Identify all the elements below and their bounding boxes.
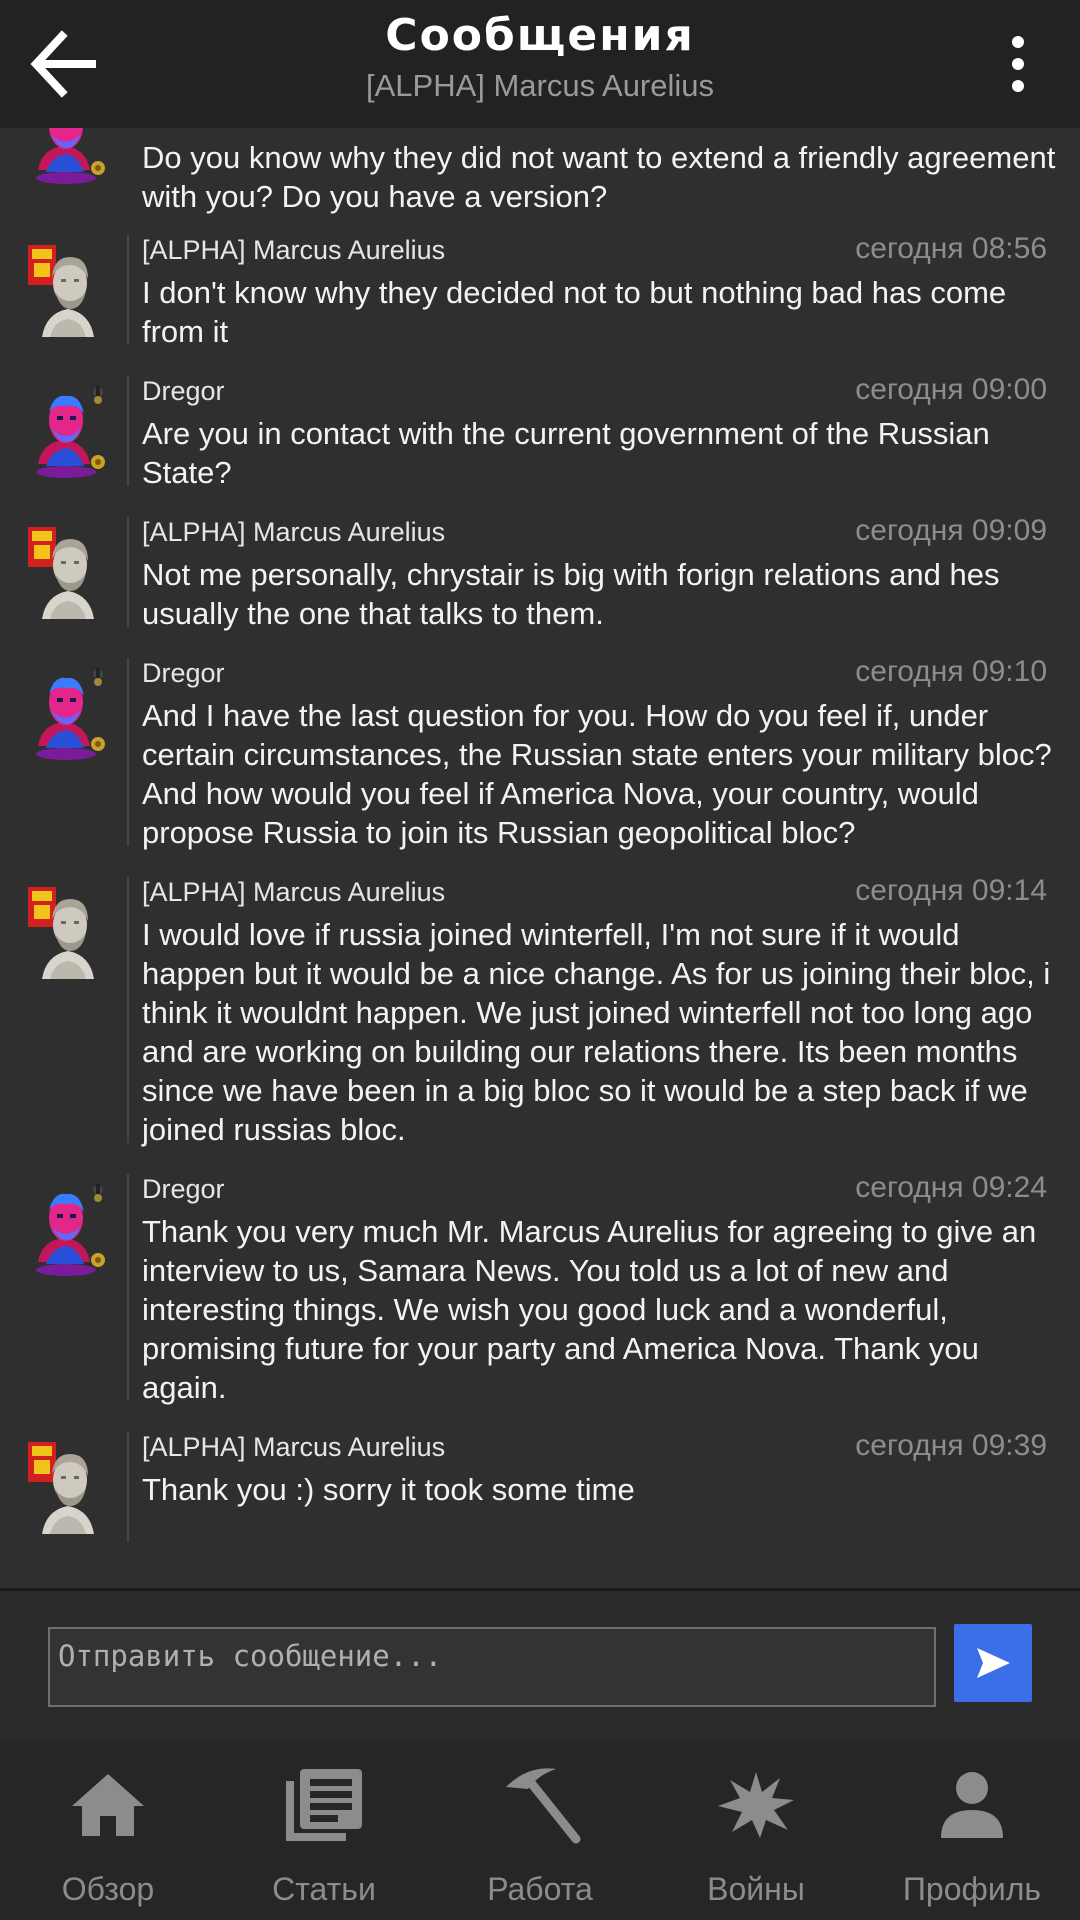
nav-item-work[interactable]: Работа [432, 1741, 648, 1920]
message-text: Not me personally, chrystair is big with… [142, 557, 1000, 631]
nav-label: Войны [707, 1871, 805, 1907]
message-list[interactable]: Do you know why they did not want to ext… [0, 128, 1080, 1588]
message-time: сегодня 09:10 [855, 655, 1047, 688]
message-text: I would love if russia joined winterfell… [142, 917, 1051, 1147]
message-input[interactable] [48, 1627, 936, 1707]
message-divider [127, 235, 129, 345]
message-time: сегодня 09:24 [855, 1171, 1047, 1204]
dregor-avatar-icon [28, 384, 108, 480]
nav-item-overview[interactable]: Обзор [0, 1741, 216, 1920]
message-divider [127, 658, 129, 846]
message-time: сегодня 08:56 [855, 232, 1047, 265]
message-divider [127, 1432, 129, 1542]
explosion-icon [718, 1772, 794, 1838]
more-options-button[interactable] [978, 22, 1058, 106]
message-divider [127, 877, 129, 1143]
dregor-avatar-icon [28, 1182, 108, 1278]
nav-label: Обзор [61, 1871, 155, 1907]
avatar[interactable] [28, 666, 108, 762]
message-author[interactable]: Dregor [142, 376, 225, 407]
more-vertical-icon [1012, 36, 1024, 92]
marcus-avatar-icon [28, 1440, 108, 1536]
message-divider [127, 376, 129, 486]
bottom-navigation: Обзор Статьи Работа Войны Профиль [0, 1741, 1080, 1920]
message-author[interactable]: [ALPHA] Marcus Aurelius [142, 517, 445, 548]
message-author[interactable]: [ALPHA] Marcus Aurelius [142, 1432, 445, 1463]
message-divider [127, 517, 129, 627]
home-icon [72, 1774, 144, 1836]
message-text: Do you know why they did not want to ext… [142, 140, 1056, 214]
message-time: сегодня 09:09 [855, 514, 1047, 547]
avatar[interactable] [28, 384, 108, 480]
avatar[interactable] [28, 1182, 108, 1278]
nav-label: Профиль [902, 1871, 1042, 1907]
avatar[interactable] [28, 243, 108, 339]
top-app-bar: Сообщения [ALPHA] Marcus Aurelius [0, 0, 1080, 128]
message-text: I don't know why they decided not to but… [142, 275, 1007, 349]
message-text: And I have the last question for you. Ho… [142, 698, 1052, 850]
message-divider [127, 1174, 129, 1400]
message-composer [0, 1588, 1080, 1741]
message-text: Thank you :) sorry it took some time [142, 1472, 635, 1507]
nav-item-wars[interactable]: Войны [648, 1741, 864, 1920]
page-title: Сообщения [385, 10, 695, 61]
marcus-avatar-icon [28, 525, 108, 621]
avatar[interactable] [28, 128, 108, 186]
message-time: сегодня 09:00 [855, 373, 1047, 406]
avatar[interactable] [28, 525, 108, 621]
articles-icon [286, 1769, 362, 1841]
profile-icon [941, 1772, 1003, 1838]
dregor-avatar-icon [28, 666, 108, 762]
dregor-avatar-icon [28, 128, 108, 186]
message-author[interactable]: [ALPHA] Marcus Aurelius [142, 235, 445, 266]
message-time: сегодня 09:39 [855, 1429, 1047, 1462]
avatar[interactable] [28, 885, 108, 981]
nav-label: Работа [487, 1871, 593, 1907]
message-text: Are you in contact with the current gove… [142, 416, 990, 490]
send-icon [977, 1648, 1010, 1678]
message-text: Thank you very much Mr. Marcus Aurelius … [142, 1214, 1037, 1405]
message-author[interactable]: Dregor [142, 658, 225, 689]
nav-item-articles[interactable]: Статьи [216, 1741, 432, 1920]
nav-label: Статьи [272, 1871, 376, 1907]
avatar[interactable] [28, 1440, 108, 1536]
marcus-avatar-icon [28, 885, 108, 981]
pickaxe-icon [506, 1768, 581, 1844]
marcus-avatar-icon [28, 243, 108, 339]
send-button[interactable] [954, 1624, 1032, 1702]
message-time: сегодня 09:14 [855, 874, 1047, 907]
message-author[interactable]: [ALPHA] Marcus Aurelius [142, 877, 445, 908]
nav-item-profile[interactable]: Профиль [864, 1741, 1080, 1920]
conversation-partner-name: [ALPHA] Marcus Aurelius [365, 68, 715, 103]
message-author[interactable]: Dregor [142, 1174, 225, 1205]
